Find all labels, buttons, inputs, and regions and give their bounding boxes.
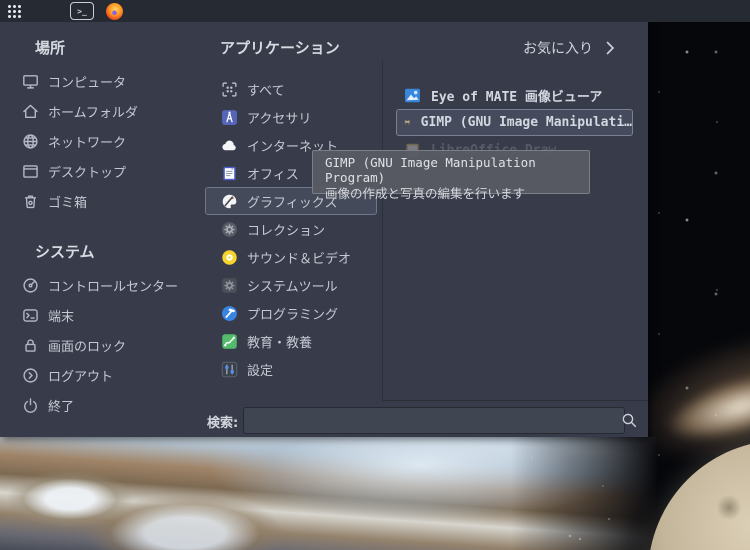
favorite-app-eye-of-mate[interactable]: Eye of MATE 画像ビューア [396,82,633,109]
lock-icon [25,338,36,352]
graphics-icon [222,194,237,208]
place-item-desktop[interactable]: デスクトップ [0,156,200,186]
top-panel: >_ [0,0,750,22]
category-all[interactable]: すべて [205,75,377,103]
eye-of-mate-icon [405,88,420,103]
jupiter-planet [0,437,672,550]
favorite-app-gimp[interactable]: GIMP (GNU Image Manipulati… [396,109,633,136]
column-divider [382,60,383,400]
category-settings[interactable]: 設定 [205,355,377,383]
places-header: 場所 [35,39,66,57]
sound-video-icon [222,249,237,265]
search-input[interactable] [243,407,625,434]
terminal-icon [23,308,38,322]
search-icon [622,413,636,427]
desktop-icon [23,164,38,178]
favorites-header[interactable]: お気に入り [385,38,615,58]
system-tools-icon [222,277,237,293]
system-item-logout[interactable]: ログアウト [0,360,200,390]
category-collection[interactable]: コレクション [205,215,377,243]
search-button[interactable] [618,409,640,431]
applications-header: アプリケーション [220,39,340,57]
search-bar: 検索: [0,406,648,436]
trash-icon [24,194,37,208]
category-accessories[interactable]: アクセサリ [205,103,377,131]
settings-icon [221,361,238,377]
category-sound-video[interactable]: サウンド＆ビデオ [205,243,377,271]
place-item-home[interactable]: ホームフォルダ [0,96,200,126]
system-item-terminal[interactable]: 端末 [0,300,200,330]
desktop-screen: >_ 場所 コンピュータ ホームフォルダ ネットワーク デスクトップ ゴミ箱 シ… [0,0,750,550]
control-center-icon [23,277,38,293]
accessories-icon [222,109,237,125]
collection-icon [222,221,237,237]
system-item-lock-screen[interactable]: 画面のロック [0,330,200,360]
all-apps-icon [222,81,237,97]
place-item-trash[interactable]: ゴミ箱 [0,186,200,216]
home-icon [23,104,38,118]
firefox-icon[interactable] [106,2,123,20]
internet-icon [222,140,236,150]
gimp-icon [404,119,411,125]
chevron-right-icon [606,41,615,55]
computer-icon [23,74,38,89]
search-divider [382,400,648,401]
place-item-network[interactable]: ネットワーク [0,126,200,156]
tooltip-description: 画像の作成と写真の編集を行います [325,186,526,201]
system-item-control-center[interactable]: コントロールセンター [0,270,200,300]
office-icon [223,166,236,180]
category-programming[interactable]: プログラミング [205,299,377,327]
programming-icon [222,305,237,321]
logout-icon [23,367,38,383]
category-system-tools[interactable]: システムツール [205,271,377,299]
search-label: 検索: [207,415,239,431]
terminal-launcher-icon[interactable]: >_ [70,2,94,20]
system-header: システム [35,243,95,261]
education-icon [222,333,237,349]
place-item-computer[interactable]: コンピュータ [0,66,200,96]
application-menu: 場所 コンピュータ ホームフォルダ ネットワーク デスクトップ ゴミ箱 システム… [0,22,648,437]
network-globe-icon [23,133,38,149]
menu-apps-grid-icon[interactable] [7,4,22,19]
gimp-tooltip: GIMP (GNU Image Manipulation Program) 画像… [312,150,590,201]
tooltip-title: GIMP (GNU Image Manipulation Program) [325,155,536,185]
category-education[interactable]: 教育・教養 [205,327,377,355]
